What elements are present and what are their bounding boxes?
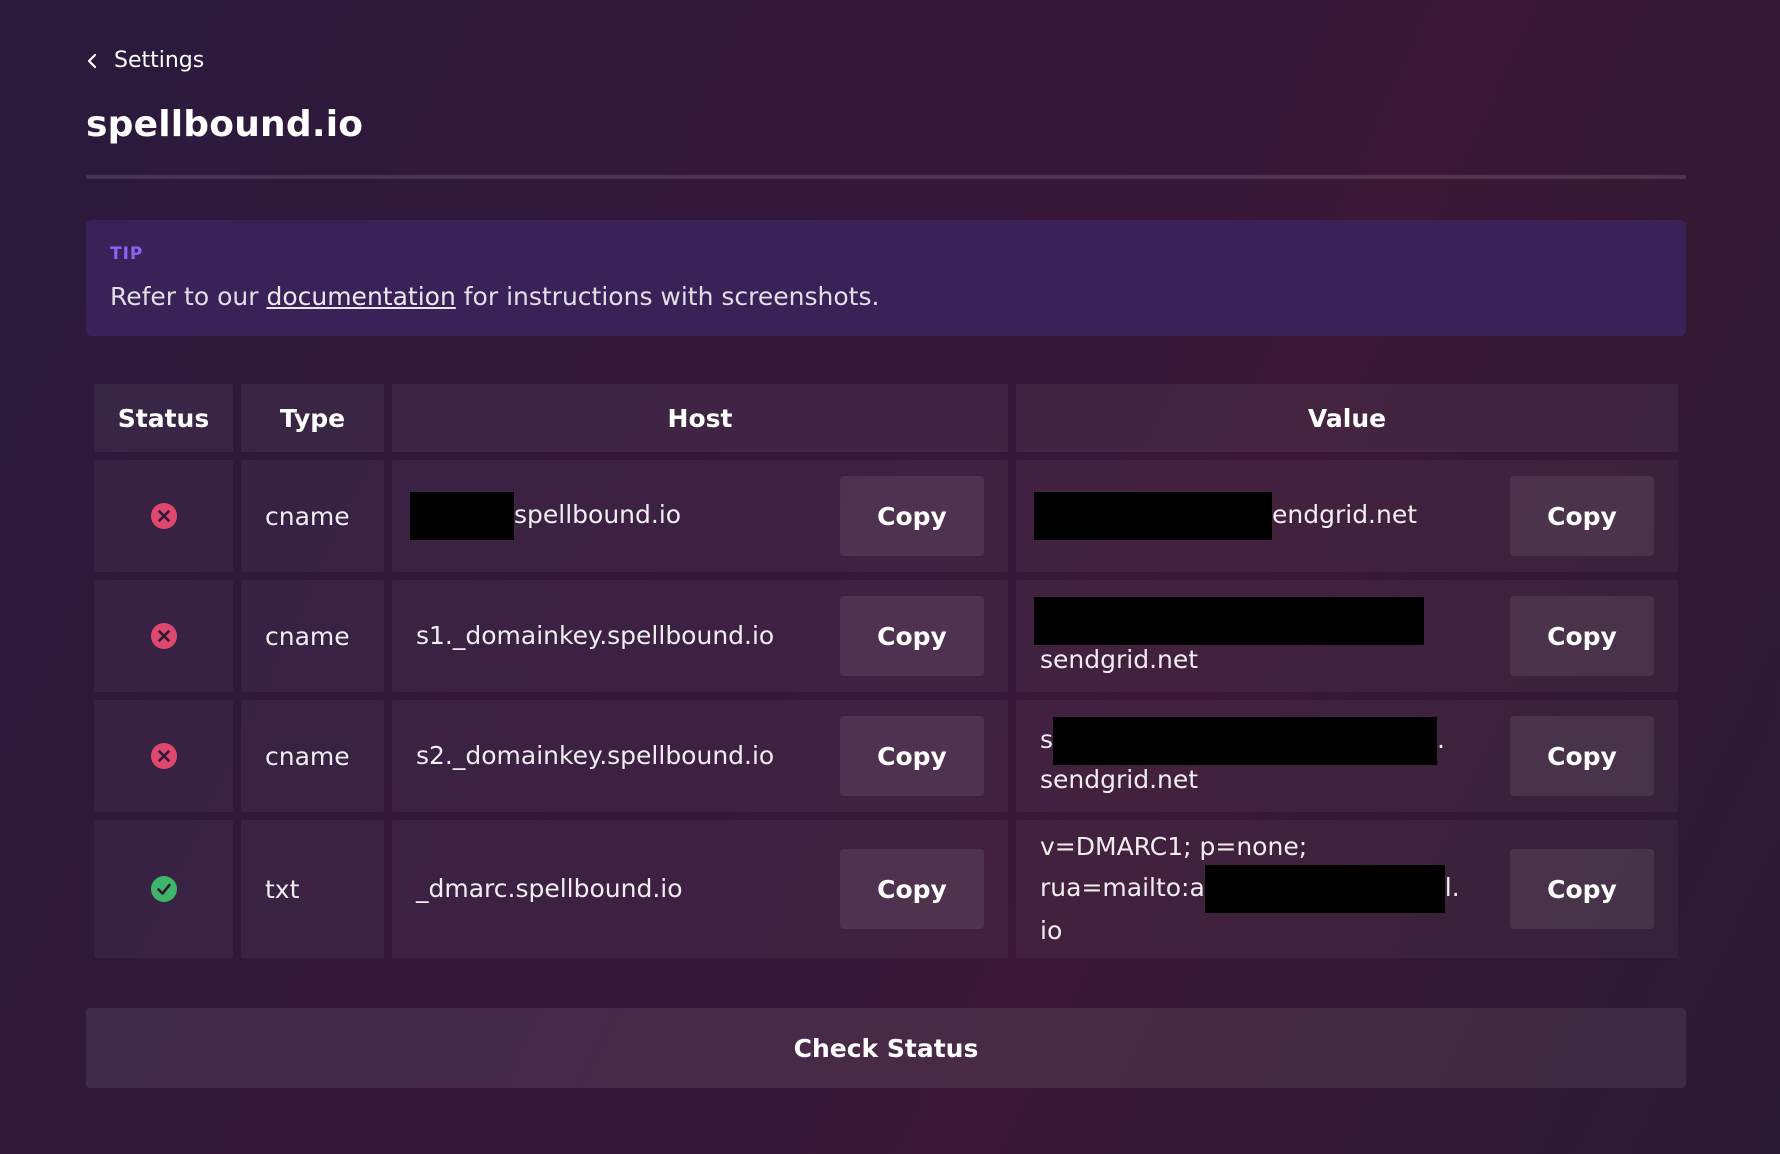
value-text: endgrid.net bbox=[1272, 500, 1418, 529]
record-value: sendgrid.net bbox=[1034, 597, 1484, 675]
type-cell: cname bbox=[241, 700, 384, 812]
copy-value-button[interactable]: Copy bbox=[1510, 476, 1654, 556]
table-header-row: Status Type Host Value bbox=[94, 384, 1678, 452]
redacted-block bbox=[410, 492, 514, 540]
value-line-2-end: l. bbox=[1444, 873, 1460, 902]
table-row: cname s1._domainkey.spellbound.io Copy s… bbox=[94, 580, 1678, 692]
type-cell: cname bbox=[241, 580, 384, 692]
tip-callout: TIP Refer to our documentation for instr… bbox=[86, 220, 1686, 336]
tip-text: Refer to our documentation for instructi… bbox=[110, 282, 879, 311]
host-value: s2._domainkey.spellbound.io bbox=[416, 741, 775, 770]
value-cell: sendgrid.net Copy bbox=[1016, 580, 1678, 692]
value-prefix: s bbox=[1040, 725, 1054, 754]
status-cell bbox=[94, 820, 233, 958]
header-type: Type bbox=[241, 384, 384, 452]
value-suffix: . bbox=[1437, 725, 1445, 754]
value-line-2-start: rua=mailto:a bbox=[1040, 873, 1205, 902]
tip-label: TIP bbox=[110, 244, 144, 264]
table-row: cname spellbound.io Copy endgrid.net Cop… bbox=[94, 460, 1678, 572]
record-value: endgrid.net bbox=[1034, 492, 1484, 540]
copy-host-button[interactable]: Copy bbox=[840, 596, 984, 676]
value-cell: v=DMARC1; p=none; rua=mailto:a l. io Copy bbox=[1016, 820, 1678, 958]
status-cell bbox=[94, 460, 233, 572]
value-line-2: rua=mailto:a l. bbox=[1040, 865, 1490, 913]
table-row: cname s2._domainkey.spellbound.io Copy s… bbox=[94, 700, 1678, 812]
redacted-block bbox=[1034, 492, 1272, 540]
redacted-block bbox=[1034, 597, 1424, 645]
redacted-block bbox=[1053, 717, 1438, 765]
check-circle-icon bbox=[150, 876, 177, 902]
header-host: Host bbox=[392, 384, 1008, 452]
tip-text-before: Refer to our bbox=[110, 282, 267, 311]
status-cell bbox=[94, 580, 233, 692]
value-cell: endgrid.net Copy bbox=[1016, 460, 1678, 572]
dns-records-table: Status Type Host Value cname spellbound.… bbox=[94, 384, 1678, 966]
type-cell: txt bbox=[241, 820, 384, 958]
host-value: _dmarc.spellbound.io bbox=[416, 874, 683, 903]
host-cell: s1._domainkey.spellbound.io Copy bbox=[392, 580, 1008, 692]
header-status: Status bbox=[94, 384, 233, 452]
documentation-link[interactable]: documentation bbox=[266, 282, 455, 311]
breadcrumb-back[interactable]: Settings bbox=[86, 48, 204, 73]
host-value: spellbound.io bbox=[410, 492, 681, 540]
host-cell: s2._domainkey.spellbound.io Copy bbox=[392, 700, 1008, 812]
copy-value-button[interactable]: Copy bbox=[1510, 596, 1654, 676]
value-line-1: v=DMARC1; p=none; bbox=[1040, 832, 1308, 861]
type-cell: cname bbox=[241, 460, 384, 572]
host-text: spellbound.io bbox=[514, 500, 682, 529]
host-cell: _dmarc.spellbound.io Copy bbox=[392, 820, 1008, 958]
status-cell bbox=[94, 700, 233, 812]
page-title: spellbound.io bbox=[86, 104, 364, 145]
copy-host-button[interactable]: Copy bbox=[840, 849, 984, 929]
header-value: Value bbox=[1016, 384, 1678, 452]
host-cell: spellbound.io Copy bbox=[392, 460, 1008, 572]
value-cell: s. sendgrid.net Copy bbox=[1016, 700, 1678, 812]
check-status-button[interactable]: Check Status bbox=[86, 1008, 1686, 1088]
chevron-left-icon bbox=[87, 53, 97, 68]
table-row: txt _dmarc.spellbound.io Copy v=DMARC1; … bbox=[94, 820, 1678, 958]
host-value: s1._domainkey.spellbound.io bbox=[416, 621, 775, 650]
copy-host-button[interactable]: Copy bbox=[840, 716, 984, 796]
tip-text-after: for instructions with screenshots. bbox=[455, 282, 880, 311]
copy-value-button[interactable]: Copy bbox=[1510, 849, 1654, 929]
value-text: sendgrid.net bbox=[1040, 645, 1199, 674]
value-text: sendgrid.net bbox=[1040, 765, 1199, 794]
divider bbox=[86, 175, 1686, 179]
page: Settings spellbound.io TIP Refer to our … bbox=[0, 0, 1780, 1154]
breadcrumb-label: Settings bbox=[114, 48, 205, 73]
error-x-icon bbox=[150, 743, 177, 769]
record-value: v=DMARC1; p=none; rua=mailto:a l. io bbox=[1040, 829, 1490, 949]
record-value: s. sendgrid.net bbox=[1040, 717, 1490, 795]
value-line-1: s. bbox=[1040, 717, 1490, 765]
copy-host-button[interactable]: Copy bbox=[840, 476, 984, 556]
error-x-icon bbox=[150, 503, 177, 529]
error-x-icon bbox=[150, 623, 177, 649]
value-line-3: io bbox=[1040, 916, 1063, 945]
copy-value-button[interactable]: Copy bbox=[1510, 716, 1654, 796]
redacted-block bbox=[1204, 865, 1445, 913]
